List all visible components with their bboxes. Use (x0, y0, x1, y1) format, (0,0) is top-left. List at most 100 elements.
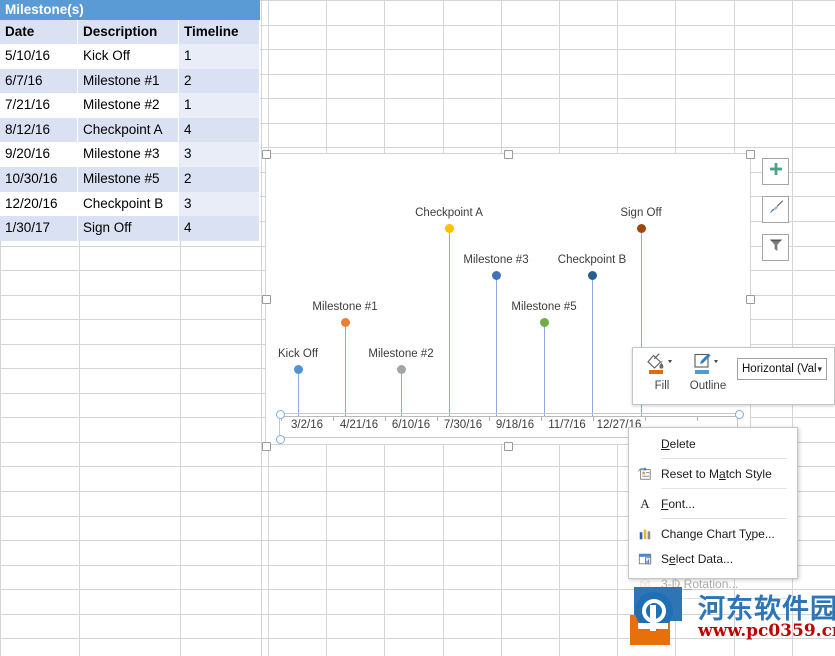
chart-element-selector[interactable]: Horizontal (Val ▾ (737, 358, 827, 380)
axis-tick-label: 6/10/16 (391, 419, 431, 431)
milestone-marker[interactable] (397, 365, 406, 374)
milestone-stem[interactable] (401, 369, 402, 416)
cell-description[interactable]: Milestone #3 (78, 142, 179, 167)
cell-date[interactable]: 1/30/17 (0, 216, 78, 241)
cell-timeline[interactable]: 2 (179, 166, 260, 192)
table-row[interactable]: 12/20/16 Checkpoint B3 (0, 191, 260, 217)
table-row[interactable]: 9/20/16 Milestone #3 3 (0, 142, 260, 167)
menu-separator (661, 488, 787, 489)
cell-date[interactable]: 7/21/16 (0, 93, 78, 118)
chart-handle-ne[interactable] (746, 150, 755, 159)
cell-date[interactable]: 8/12/16 (0, 117, 78, 143)
select-data-icon (629, 552, 661, 566)
axis-tick (593, 416, 594, 421)
cell-timeline[interactable]: 3 (179, 142, 260, 167)
menu-separator (661, 518, 787, 519)
axis-handle-top-right[interactable] (735, 410, 744, 419)
axis-tick-label: 4/21/16 (339, 419, 379, 431)
cell-timeline[interactable]: 1 (179, 44, 260, 69)
bar-chart-icon (629, 527, 661, 541)
cell-date[interactable]: 12/20/16 (0, 191, 78, 217)
chart-element-selector-value: Horizontal (Val (742, 363, 817, 375)
cell-timeline[interactable]: 2 (179, 68, 260, 94)
cell-description[interactable]: Milestone #2 (78, 93, 179, 118)
table-row[interactable]: 10/30/16 Milestone #5 2 (0, 166, 260, 192)
cell-timeline[interactable]: 4 (179, 117, 260, 143)
cell-date[interactable]: 5/10/16 (0, 44, 78, 69)
cell-description[interactable]: Milestone #5 (78, 166, 179, 192)
fill-button[interactable]: Fill (639, 352, 685, 392)
chart-handle-nw[interactable] (262, 150, 271, 159)
milestone-table[interactable]: Milestone(s) Date Description Timeline 5… (0, 0, 260, 241)
outline-button[interactable]: Outline (685, 352, 731, 392)
chart-handle-n[interactable] (504, 150, 513, 159)
outline-label: Outline (689, 380, 727, 392)
milestone-data-label[interactable]: Checkpoint A (415, 207, 483, 219)
table-row[interactable]: 1/30/17 Sign Off 4 (0, 216, 260, 241)
chart-context-menu[interactable]: Delete Reset to Match Style A Font... Change… (628, 427, 798, 599)
milestone-stem[interactable] (298, 369, 299, 416)
context-menu-item[interactable]: Reset to Match Style (629, 461, 797, 486)
cell-date[interactable]: 6/7/16 (0, 68, 78, 94)
milestone-marker[interactable] (540, 318, 549, 327)
milestone-data-label[interactable]: Milestone #1 (312, 301, 377, 313)
table-row[interactable]: 6/7/16 Milestone #1 2 (0, 68, 260, 94)
milestone-marker[interactable] (445, 224, 454, 233)
milestone-stem[interactable] (544, 322, 545, 416)
milestone-marker[interactable] (294, 365, 303, 374)
milestone-data-label[interactable]: Milestone #5 (511, 301, 576, 313)
chart-handle-w[interactable] (262, 295, 271, 304)
milestone-stem[interactable] (592, 275, 593, 416)
context-menu-item[interactable]: A Font... (629, 491, 797, 516)
chart-styles-button[interactable] (762, 196, 789, 223)
milestone-stem[interactable] (496, 275, 497, 416)
milestone-data-label[interactable]: Sign Off (620, 207, 661, 219)
context-menu-item[interactable]: Change Chart Type... (629, 521, 797, 546)
milestone-data-label[interactable]: Milestone #3 (463, 254, 528, 266)
cell-description[interactable]: Milestone #1 (78, 68, 179, 94)
milestone-marker[interactable] (588, 271, 597, 280)
axis-tick (437, 416, 438, 421)
cell-description[interactable]: Checkpoint B (78, 191, 179, 217)
cell-description[interactable]: Checkpoint A (78, 117, 179, 143)
milestone-marker[interactable] (341, 318, 350, 327)
horizontal-value-axis[interactable] (281, 416, 736, 417)
axis-tick (697, 416, 698, 421)
axis-tick (489, 416, 490, 421)
cell-date[interactable]: 9/20/16 (0, 142, 78, 167)
table-row[interactable]: 7/21/16 Milestone #2 1 (0, 93, 260, 118)
milestone-marker[interactable] (637, 224, 646, 233)
milestone-data-label[interactable]: Kick Off (278, 348, 318, 360)
axis-tick-label: 11/7/16 (548, 419, 586, 431)
chart-handle-s[interactable] (504, 442, 513, 451)
milestone-stem[interactable] (449, 228, 450, 416)
cell-timeline[interactable]: 4 (179, 216, 260, 241)
axis-tick-label: 9/18/16 (495, 419, 535, 431)
chart-mini-toolbar[interactable]: Fill Outline Horizontal (Val ▾ (632, 347, 835, 405)
cell-description[interactable]: Sign Off (78, 216, 179, 241)
milestone-data-label[interactable]: Checkpoint B (558, 254, 626, 266)
milestone-data-label[interactable]: Milestone #2 (368, 348, 433, 360)
chart-elements-button[interactable] (762, 158, 789, 185)
fill-label: Fill (654, 380, 670, 392)
cell-date[interactable]: 10/30/16 (0, 166, 78, 192)
cell-timeline[interactable]: 3 (179, 191, 260, 217)
table-title-row: Milestone(s) (0, 0, 260, 20)
context-menu-item[interactable]: Select Data... (629, 546, 797, 571)
milestone-marker[interactable] (492, 271, 501, 280)
table-row[interactable]: 8/12/16 Checkpoint A4 (0, 117, 260, 143)
chart-handle-sw[interactable] (262, 442, 271, 451)
table-row[interactable]: 5/10/16 Kick Off 1 (0, 44, 260, 69)
axis-handle-top-left[interactable] (276, 410, 285, 419)
chart-handle-e[interactable] (746, 295, 755, 304)
milestone-stem[interactable] (345, 322, 346, 416)
chevron-down-icon[interactable]: ▾ (817, 364, 822, 375)
axis-handle-bottom-left[interactable] (276, 435, 285, 444)
cell-timeline[interactable]: 1 (179, 93, 260, 118)
context-menu-item-label: Reset to Match Style (661, 466, 772, 481)
cell-description[interactable]: Kick Off (78, 44, 179, 69)
chart-filters-button[interactable] (762, 234, 789, 261)
axis-tick (385, 416, 386, 421)
context-menu-item[interactable]: Delete (629, 431, 797, 456)
chart-elements-plus-icon (768, 161, 784, 182)
